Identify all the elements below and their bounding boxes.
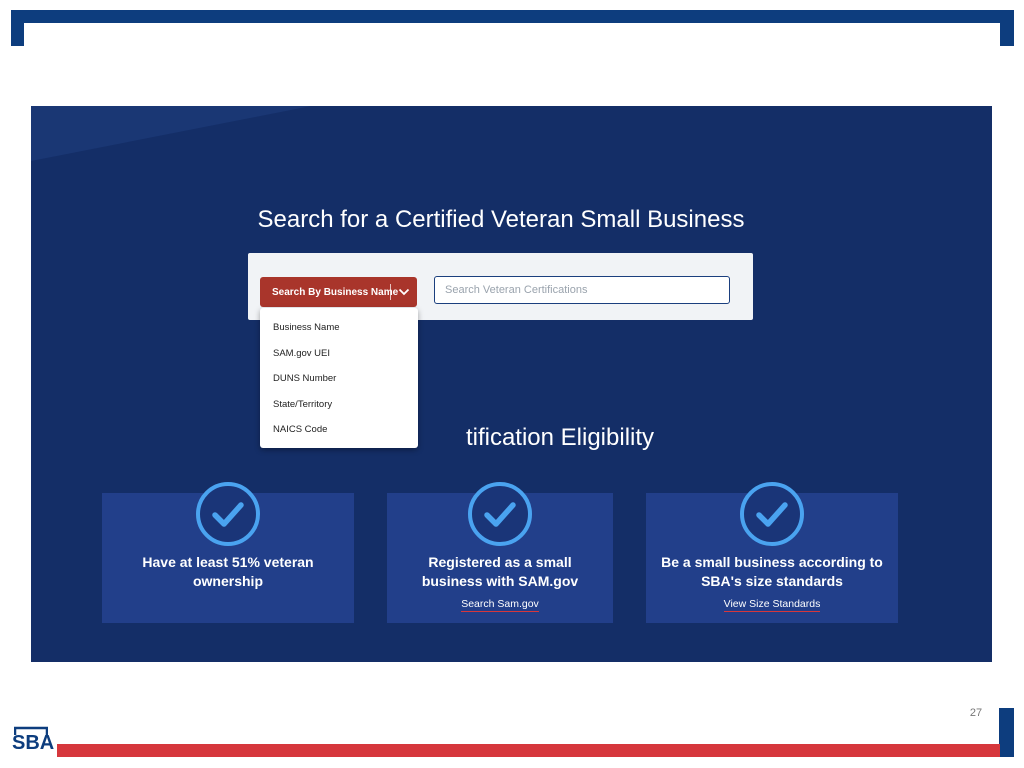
chevron-down-icon — [391, 288, 417, 296]
slide-top-border — [11, 10, 1014, 23]
logo-wordmark: SBA — [12, 732, 55, 754]
check-circle-icon — [740, 482, 804, 546]
page-headline: Search for a Certified Veteran Small Bus… — [257, 206, 745, 233]
card-text: Be a small business according to SBA's s… — [661, 554, 883, 589]
slide-left-corner — [11, 10, 24, 46]
eligibility-card-sam-registration: Registered as a small business with SAM.… — [387, 482, 613, 623]
menu-item-business-name[interactable]: Business Name — [273, 322, 340, 333]
slide-bottom-right-corner — [999, 708, 1014, 757]
search-type-dropdown-button[interactable]: Search By Business Name — [260, 277, 417, 307]
card-text: Have at least 51% veteran ownership — [142, 554, 314, 589]
menu-item-naics-code[interactable]: NAICS Code — [273, 424, 327, 435]
view-size-standards-link[interactable]: View Size Standards — [646, 598, 898, 612]
eligibility-card-ownership: Have at least 51% veteran ownership — [102, 482, 354, 623]
card-text: Registered as a small business with SAM.… — [421, 554, 579, 589]
website-screenshot: Search for a Certified Veteran Small Bus… — [31, 106, 992, 662]
sba-logo: SBA — [12, 726, 54, 758]
page-number: 27 — [969, 707, 983, 719]
search-input[interactable] — [434, 276, 730, 304]
slide-right-corner — [1000, 10, 1014, 46]
menu-item-duns-number[interactable]: DUNS Number — [273, 373, 336, 384]
menu-item-state-territory[interactable]: State/Territory — [273, 399, 332, 410]
slide-bottom-bar — [57, 744, 1000, 757]
eligibility-card-size-standards: Be a small business according to SBA's s… — [646, 482, 898, 623]
search-sam-gov-link[interactable]: Search Sam.gov — [387, 598, 613, 612]
search-type-menu: Business Name SAM.gov UEI DUNS Number St… — [260, 308, 418, 448]
check-circle-icon — [468, 482, 532, 546]
check-circle-icon — [196, 482, 260, 546]
search-type-label: Search By Business Name — [272, 286, 399, 298]
menu-item-sam-uei[interactable]: SAM.gov UEI — [273, 348, 330, 359]
eligibility-title: tification Eligibility — [465, 424, 655, 451]
